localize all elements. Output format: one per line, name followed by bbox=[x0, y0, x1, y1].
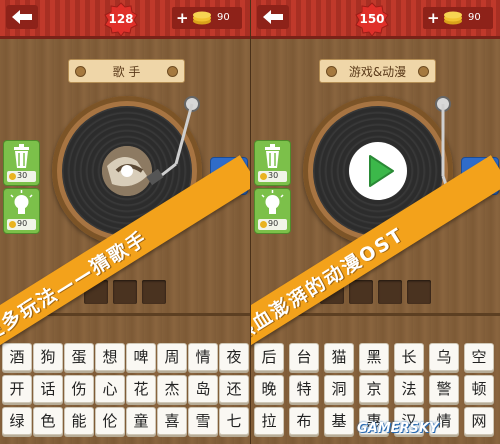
level-badge: 128 bbox=[103, 2, 139, 36]
plus-label: + bbox=[427, 9, 440, 27]
reveal-letter-button[interactable]: 90 bbox=[3, 188, 40, 234]
trash-icon bbox=[14, 144, 29, 168]
letter-key[interactable]: 岛 bbox=[188, 375, 218, 403]
buy-coins-button[interactable]: + 90 bbox=[423, 7, 493, 29]
letter-key[interactable]: 晚 bbox=[254, 375, 284, 403]
letter-key[interactable]: 情 bbox=[188, 343, 218, 371]
letter-key[interactable]: 狗 bbox=[33, 343, 63, 371]
letter-key[interactable]: 绿 bbox=[2, 407, 32, 435]
back-arrow-icon bbox=[263, 10, 283, 24]
letter-key[interactable]: 法 bbox=[394, 375, 424, 403]
top-bar: 150 + 90 bbox=[251, 0, 500, 39]
letter-key[interactable]: 花 bbox=[126, 375, 156, 403]
letter-key[interactable]: 空 bbox=[464, 343, 494, 371]
letter-key[interactable]: 伤 bbox=[64, 375, 94, 403]
letter-key[interactable]: 周 bbox=[157, 343, 187, 371]
hint-cost: 30 bbox=[268, 171, 279, 180]
level-number: 128 bbox=[108, 12, 134, 26]
letter-key[interactable]: 顿 bbox=[464, 375, 494, 403]
letter-key[interactable]: 开 bbox=[2, 375, 32, 403]
back-button[interactable] bbox=[257, 5, 289, 29]
letter-key[interactable]: 台 bbox=[289, 343, 319, 371]
coin-stack-icon bbox=[193, 11, 211, 25]
hint-cost: 90 bbox=[268, 219, 279, 228]
letter-key[interactable]: 黑 bbox=[359, 343, 389, 371]
letter-key[interactable]: 猫 bbox=[324, 343, 354, 371]
answer-slot[interactable] bbox=[142, 280, 166, 304]
reveal-letter-button[interactable]: 90 bbox=[254, 188, 291, 234]
letter-key[interactable]: 后 bbox=[254, 343, 284, 371]
letter-key[interactable]: 警 bbox=[429, 375, 459, 403]
letter-key[interactable]: 洞 bbox=[324, 375, 354, 403]
category-plate: 游戏&动漫 bbox=[319, 59, 436, 83]
letter-key[interactable]: 布 bbox=[289, 407, 319, 435]
letter-key[interactable]: 童 bbox=[126, 407, 156, 435]
lightbulb-icon bbox=[10, 190, 33, 214]
remove-letters-button[interactable]: 30 bbox=[3, 140, 40, 186]
letter-key[interactable]: 能 bbox=[64, 407, 94, 435]
coin-icon bbox=[260, 173, 267, 180]
coin-count: 90 bbox=[468, 12, 481, 23]
letter-key[interactable]: 长 bbox=[394, 343, 424, 371]
letter-key[interactable]: 伦 bbox=[95, 407, 125, 435]
screw-icon bbox=[418, 66, 429, 77]
letter-key[interactable]: 京 bbox=[359, 375, 389, 403]
letter-key[interactable]: 特 bbox=[289, 375, 319, 403]
back-button[interactable] bbox=[6, 5, 38, 29]
letter-key[interactable]: 七 bbox=[219, 407, 249, 435]
hint-cost: 30 bbox=[17, 171, 28, 180]
trash-icon bbox=[265, 144, 280, 168]
coin-icon bbox=[9, 221, 16, 228]
letter-key[interactable]: 还 bbox=[219, 375, 249, 403]
level-badge: 150 bbox=[354, 2, 390, 36]
answer-slot[interactable] bbox=[349, 280, 373, 304]
answer-slot[interactable] bbox=[113, 280, 137, 304]
left-game-screen: 128 + 90 歌 手 30 90 酒 狗 蛋 想 啤 周 情 夜 开 话 伤… bbox=[0, 0, 250, 444]
letter-key[interactable]: 基 bbox=[324, 407, 354, 435]
letter-key[interactable]: 网 bbox=[464, 407, 494, 435]
letter-key[interactable]: 啤 bbox=[126, 343, 156, 371]
coin-icon bbox=[260, 221, 267, 228]
coin-icon bbox=[9, 173, 16, 180]
level-number: 150 bbox=[359, 12, 385, 26]
watermark-text: GAMERSKY bbox=[357, 421, 439, 436]
letter-key[interactable]: 雪 bbox=[188, 407, 218, 435]
answer-slot[interactable] bbox=[378, 280, 402, 304]
letter-key[interactable]: 酒 bbox=[2, 343, 32, 371]
letter-key[interactable]: 蛋 bbox=[64, 343, 94, 371]
letter-key[interactable]: 乌 bbox=[429, 343, 459, 371]
screw-icon bbox=[167, 66, 178, 77]
right-game-screen: 150 + 90 游戏&动漫 30 90 后 台 猫 黑 长 乌 空 晚 特 洞… bbox=[250, 0, 500, 444]
top-bar: 128 + 90 bbox=[0, 0, 250, 39]
letter-key[interactable]: 杰 bbox=[157, 375, 187, 403]
plus-label: + bbox=[176, 9, 189, 27]
letter-key[interactable]: 夜 bbox=[219, 343, 249, 371]
letter-key[interactable]: 喜 bbox=[157, 407, 187, 435]
category-plate: 歌 手 bbox=[68, 59, 185, 83]
hint-cost: 90 bbox=[17, 219, 28, 228]
coin-count: 90 bbox=[217, 12, 230, 23]
letter-key[interactable]: 话 bbox=[33, 375, 63, 403]
buy-coins-button[interactable]: + 90 bbox=[172, 7, 242, 29]
back-arrow-icon bbox=[12, 10, 32, 24]
remove-letters-button[interactable]: 30 bbox=[254, 140, 291, 186]
letter-key[interactable]: 心 bbox=[95, 375, 125, 403]
letter-key[interactable]: 色 bbox=[33, 407, 63, 435]
letter-key[interactable]: 想 bbox=[95, 343, 125, 371]
letter-key[interactable]: 拉 bbox=[254, 407, 284, 435]
lightbulb-icon bbox=[261, 190, 284, 214]
coin-stack-icon bbox=[444, 11, 462, 25]
answer-slot[interactable] bbox=[407, 280, 431, 304]
